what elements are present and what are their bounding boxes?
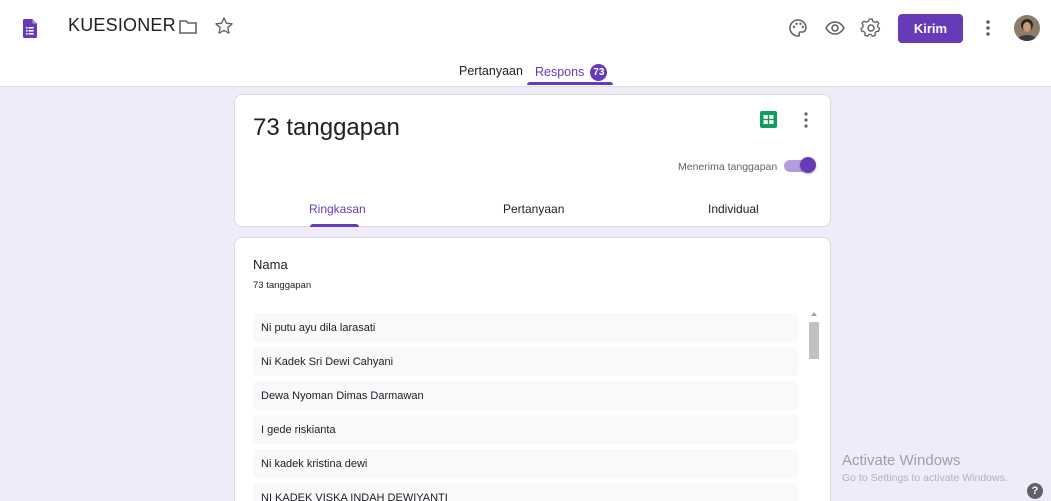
- more-vert-icon[interactable]: [803, 111, 809, 129]
- palette-icon[interactable]: [787, 17, 809, 39]
- answers-list: Ni putu ayu dila larasati Ni Kadek Sri D…: [253, 313, 798, 501]
- scroll-thumb[interactable]: [809, 322, 819, 359]
- list-item: I gede riskianta: [253, 415, 798, 444]
- list-item: Ni putu ayu dila larasati: [253, 313, 798, 342]
- scroll-up-arrow-icon[interactable]: [811, 312, 817, 316]
- question-response-count: 73 tanggapan: [253, 280, 312, 291]
- star-icon[interactable]: [214, 16, 234, 36]
- send-button[interactable]: Kirim: [898, 14, 963, 43]
- active-tab-indicator: [527, 82, 613, 85]
- responses-summary-card: 73 tanggapan Menerima tanggapan Ringkasa…: [234, 94, 831, 227]
- list-item: Ni Kadek Sri Dewi Cahyani: [253, 347, 798, 376]
- toggle-thumb: [800, 157, 816, 173]
- tab-question[interactable]: Pertanyaan: [503, 202, 564, 216]
- accepting-responses-label: Menerima tanggapan: [678, 161, 778, 173]
- form-title[interactable]: KUESIONER: [68, 15, 176, 36]
- tab-summary[interactable]: Ringkasan: [309, 202, 366, 216]
- responses-count-title: 73 tanggapan: [253, 114, 400, 141]
- google-forms-icon[interactable]: [23, 19, 37, 38]
- tab-questions[interactable]: Pertanyaan: [459, 64, 523, 78]
- answers-scrollbar[interactable]: [808, 308, 820, 501]
- avatar[interactable]: [1014, 15, 1040, 41]
- app-header: KUESIONER Kirim Pertanyaan Respons 73: [0, 0, 1051, 87]
- activate-windows-subtitle: Go to Settings to activate Windows.: [842, 472, 1008, 484]
- folder-icon[interactable]: [178, 17, 198, 37]
- activate-windows-title: Activate Windows: [842, 452, 961, 469]
- list-item: NI KADEK VISKA INDAH DEWIYANTI: [253, 483, 798, 501]
- question-responses-card: Nama 73 tanggapan Ni putu ayu dila laras…: [234, 237, 831, 501]
- list-item: Dewa Nyoman Dimas Darmawan: [253, 381, 798, 410]
- eye-icon[interactable]: [824, 17, 846, 39]
- list-item: Ni kadek kristina dewi: [253, 449, 798, 478]
- main-tabs: Pertanyaan Respons 73: [0, 57, 1051, 87]
- active-subtab-indicator: [310, 224, 359, 227]
- more-vert-icon[interactable]: [984, 17, 992, 39]
- accepting-responses-toggle[interactable]: [784, 157, 816, 173]
- gear-icon[interactable]: [860, 17, 882, 39]
- responses-count-badge: 73: [590, 64, 608, 81]
- google-sheets-icon[interactable]: [760, 111, 777, 128]
- tab-individual[interactable]: Individual: [708, 202, 759, 216]
- help-icon[interactable]: ?: [1027, 483, 1043, 499]
- question-title: Nama: [253, 257, 288, 272]
- tab-responses[interactable]: Respons 73: [535, 64, 608, 81]
